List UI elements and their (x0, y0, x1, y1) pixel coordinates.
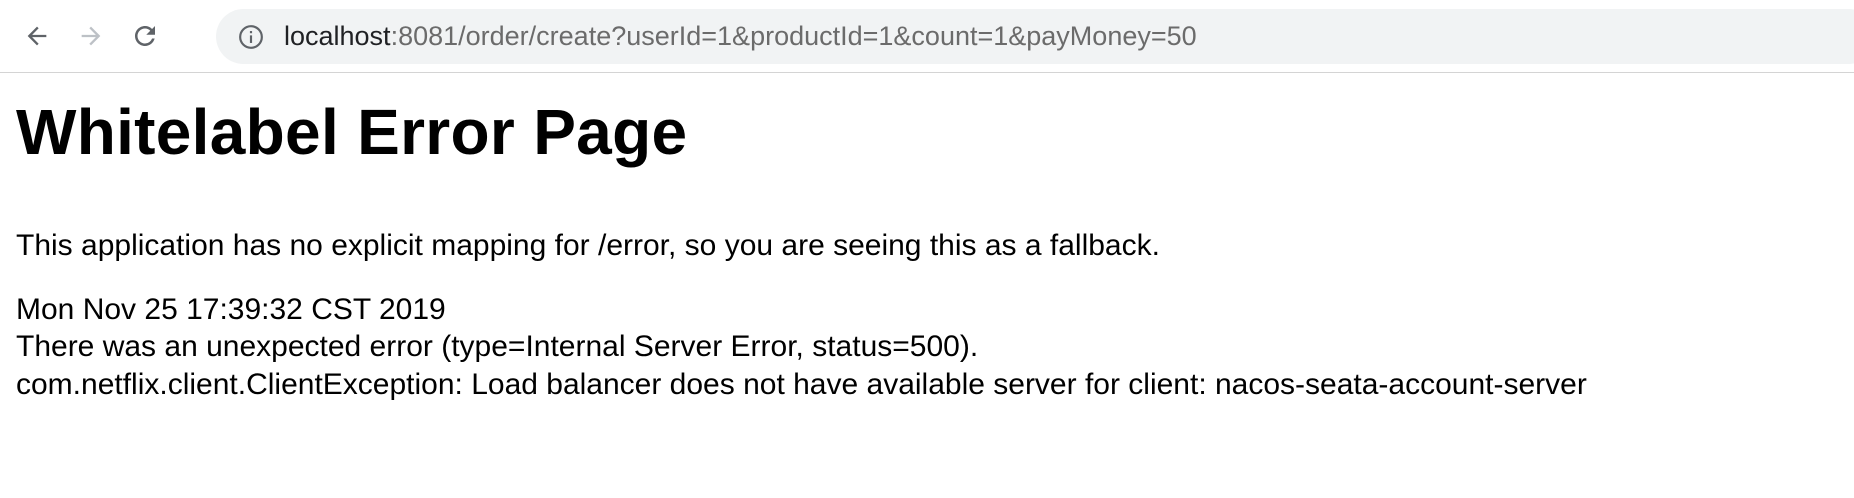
browser-toolbar: localhost:8081/order/create?userId=1&pro… (0, 0, 1854, 73)
url-host: localhost (284, 21, 391, 51)
forward-button[interactable] (72, 17, 110, 55)
reload-icon (135, 26, 155, 46)
back-button[interactable] (18, 17, 56, 55)
error-timestamp: Mon Nov 25 17:39:32 CST 2019 (16, 293, 446, 326)
arrow-left-icon (27, 26, 47, 46)
address-bar[interactable]: localhost:8081/order/create?userId=1&pro… (216, 9, 1854, 64)
url-path: :8081/order/create?userId=1&productId=1&… (390, 21, 1197, 51)
info-circle-icon[interactable] (238, 24, 264, 50)
arrow-right-icon (81, 26, 101, 46)
page-title: Whitelabel Error Page (16, 96, 688, 168)
reload-button[interactable] (126, 17, 164, 55)
fallback-message: This application has no explicit mapping… (16, 229, 1160, 262)
error-type-line: There was an unexpected error (type=Inte… (16, 330, 979, 363)
exception-message: com.netflix.client.ClientException: Load… (16, 368, 1587, 401)
url-text[interactable]: localhost:8081/order/create?userId=1&pro… (284, 9, 1197, 64)
